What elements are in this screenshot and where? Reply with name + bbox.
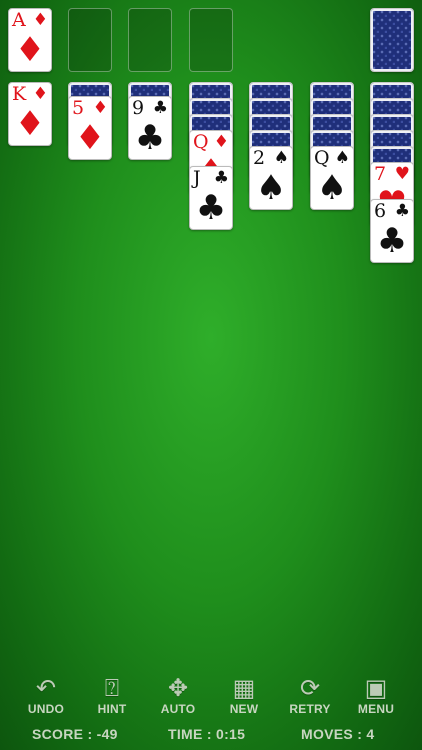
auto-label: AUTO (160, 702, 196, 716)
club-icon: ♣ (195, 188, 227, 228)
diamond-icon: ♦ (213, 132, 229, 152)
club-icon: ♣ (376, 221, 408, 261)
diamond-icon: ♦ (32, 84, 48, 104)
undo-button[interactable]: ↶ UNDO (16, 674, 76, 720)
menu-cards-icon: ▣ (364, 674, 388, 702)
tableau-card[interactable]: 5 ♦ ♦ (68, 96, 112, 160)
diamond-icon: ♦ (32, 10, 48, 30)
foundation-pile-2[interactable] (68, 8, 112, 72)
hint-question-icon: ⍰ (104, 674, 120, 702)
club-icon: ♣ (134, 118, 166, 158)
auto-arrows-icon: ✥ (167, 674, 189, 702)
stock-pile[interactable] (370, 8, 414, 72)
card-rank: Q (193, 131, 209, 153)
time-display: TIME : 0:15 (168, 726, 246, 742)
bottom-toolbar: ↶ UNDO ⍰ HINT ✥ AUTO ▦ NEW ⟳ RETRY ▣ MEN… (0, 674, 422, 720)
tableau-card[interactable]: K ♦ ♦ (8, 82, 52, 146)
moves-display: MOVES : 4 (301, 726, 375, 742)
card-rank: 7 (374, 163, 387, 185)
new-label: NEW (229, 702, 259, 716)
undo-label: UNDO (27, 702, 65, 716)
tableau-card[interactable]: 9 ♣ ♣ (128, 96, 172, 160)
hint-button[interactable]: ⍰ HINT (82, 674, 142, 720)
new-game-button[interactable]: ▦ NEW (214, 674, 274, 720)
spade-icon: ♠ (255, 168, 287, 208)
card-rank: Q (314, 147, 330, 169)
card-rank: 2 (253, 147, 266, 169)
menu-button[interactable]: ▣ MENU (346, 674, 406, 720)
heart-icon: ♥ (394, 164, 410, 184)
club-icon: ♣ (394, 201, 410, 221)
score-display: SCORE : -49 (32, 726, 118, 742)
club-icon: ♣ (152, 98, 168, 118)
card-rank: 9 (132, 97, 145, 119)
menu-label: MENU (357, 702, 395, 716)
spade-icon: ♠ (316, 168, 348, 208)
auto-button[interactable]: ✥ AUTO (148, 674, 208, 720)
diamond-icon: ♦ (92, 98, 108, 118)
club-icon: ♣ (213, 168, 229, 188)
card-rank: A (12, 9, 26, 31)
foundation-pile-1[interactable]: A ♦ ♦ (8, 8, 52, 72)
retry-circle-icon: ⟳ (299, 674, 321, 702)
spade-icon: ♠ (334, 148, 350, 168)
retry-label: RETRY (289, 702, 331, 716)
diamond-icon: ♦ (74, 118, 106, 158)
diamond-icon: ♦ (14, 30, 46, 70)
diamond-icon: ♦ (14, 104, 46, 144)
retry-button[interactable]: ⟳ RETRY (280, 674, 340, 720)
tableau-card[interactable]: Q ♠ ♠ (310, 146, 354, 210)
card-rank: 6 (374, 200, 387, 222)
card-rank: K (12, 83, 27, 105)
tableau-card[interactable]: 2 ♠ ♠ (249, 146, 293, 210)
tableau-card[interactable]: 6 ♣ ♣ (370, 199, 414, 263)
spade-icon: ♠ (273, 148, 289, 168)
hint-label: HINT (97, 702, 127, 716)
tableau-card[interactable]: J ♣ ♣ (189, 166, 233, 230)
foundation-pile-4[interactable] (189, 8, 233, 72)
card-rank: 5 (72, 97, 85, 119)
new-game-icon: ▦ (232, 674, 256, 702)
card-rank: J (193, 167, 201, 189)
undo-arrow-icon: ↶ (35, 674, 57, 702)
foundation-pile-3[interactable] (128, 8, 172, 72)
